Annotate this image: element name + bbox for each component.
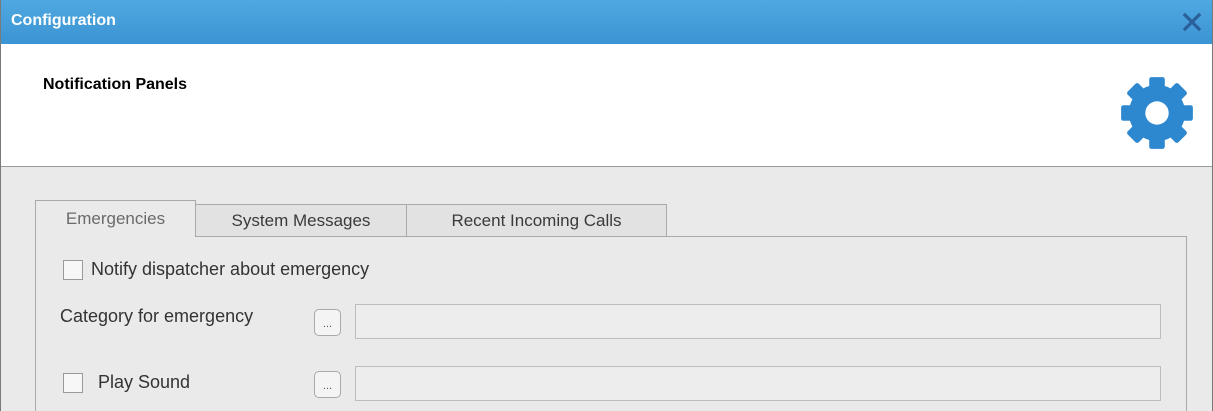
- category-field[interactable]: [355, 304, 1161, 339]
- notify-dispatcher-checkbox[interactable]: [63, 259, 83, 280]
- close-icon[interactable]: [1180, 10, 1204, 34]
- play-sound-checkbox[interactable]: [63, 373, 83, 393]
- tab-recent-incoming-calls[interactable]: Recent Incoming Calls: [406, 204, 667, 237]
- play-sound-label: Play Sound: [98, 372, 191, 392]
- gear-icon: [1121, 77, 1193, 149]
- emergencies-panel: Notify dispatcher about emergency Catego…: [35, 236, 1187, 411]
- category-label: Category for emergency: [60, 306, 254, 326]
- sound-browse-button[interactable]: ...: [314, 371, 341, 398]
- notify-row: Notify dispatcher about emergency: [63, 259, 369, 280]
- sound-file-field[interactable]: [355, 366, 1161, 401]
- page-title: Notification Panels: [43, 76, 188, 93]
- tab-emergencies[interactable]: Emergencies: [35, 200, 196, 237]
- dialog-header: Notification Panels: [1, 44, 1212, 167]
- category-browse-button[interactable]: ...: [314, 309, 341, 336]
- notify-dispatcher-label: Notify dispatcher about emergency: [91, 259, 370, 279]
- configuration-window: Configuration Notification Panels Emerge…: [0, 0, 1213, 411]
- title-bar: Configuration: [1, 0, 1212, 44]
- tab-system-messages[interactable]: System Messages: [195, 204, 407, 237]
- tab-bar: Emergencies System Messages Recent Incom…: [35, 200, 667, 237]
- settings-content: Emergencies System Messages Recent Incom…: [1, 167, 1212, 411]
- window-title: Configuration: [11, 12, 116, 29]
